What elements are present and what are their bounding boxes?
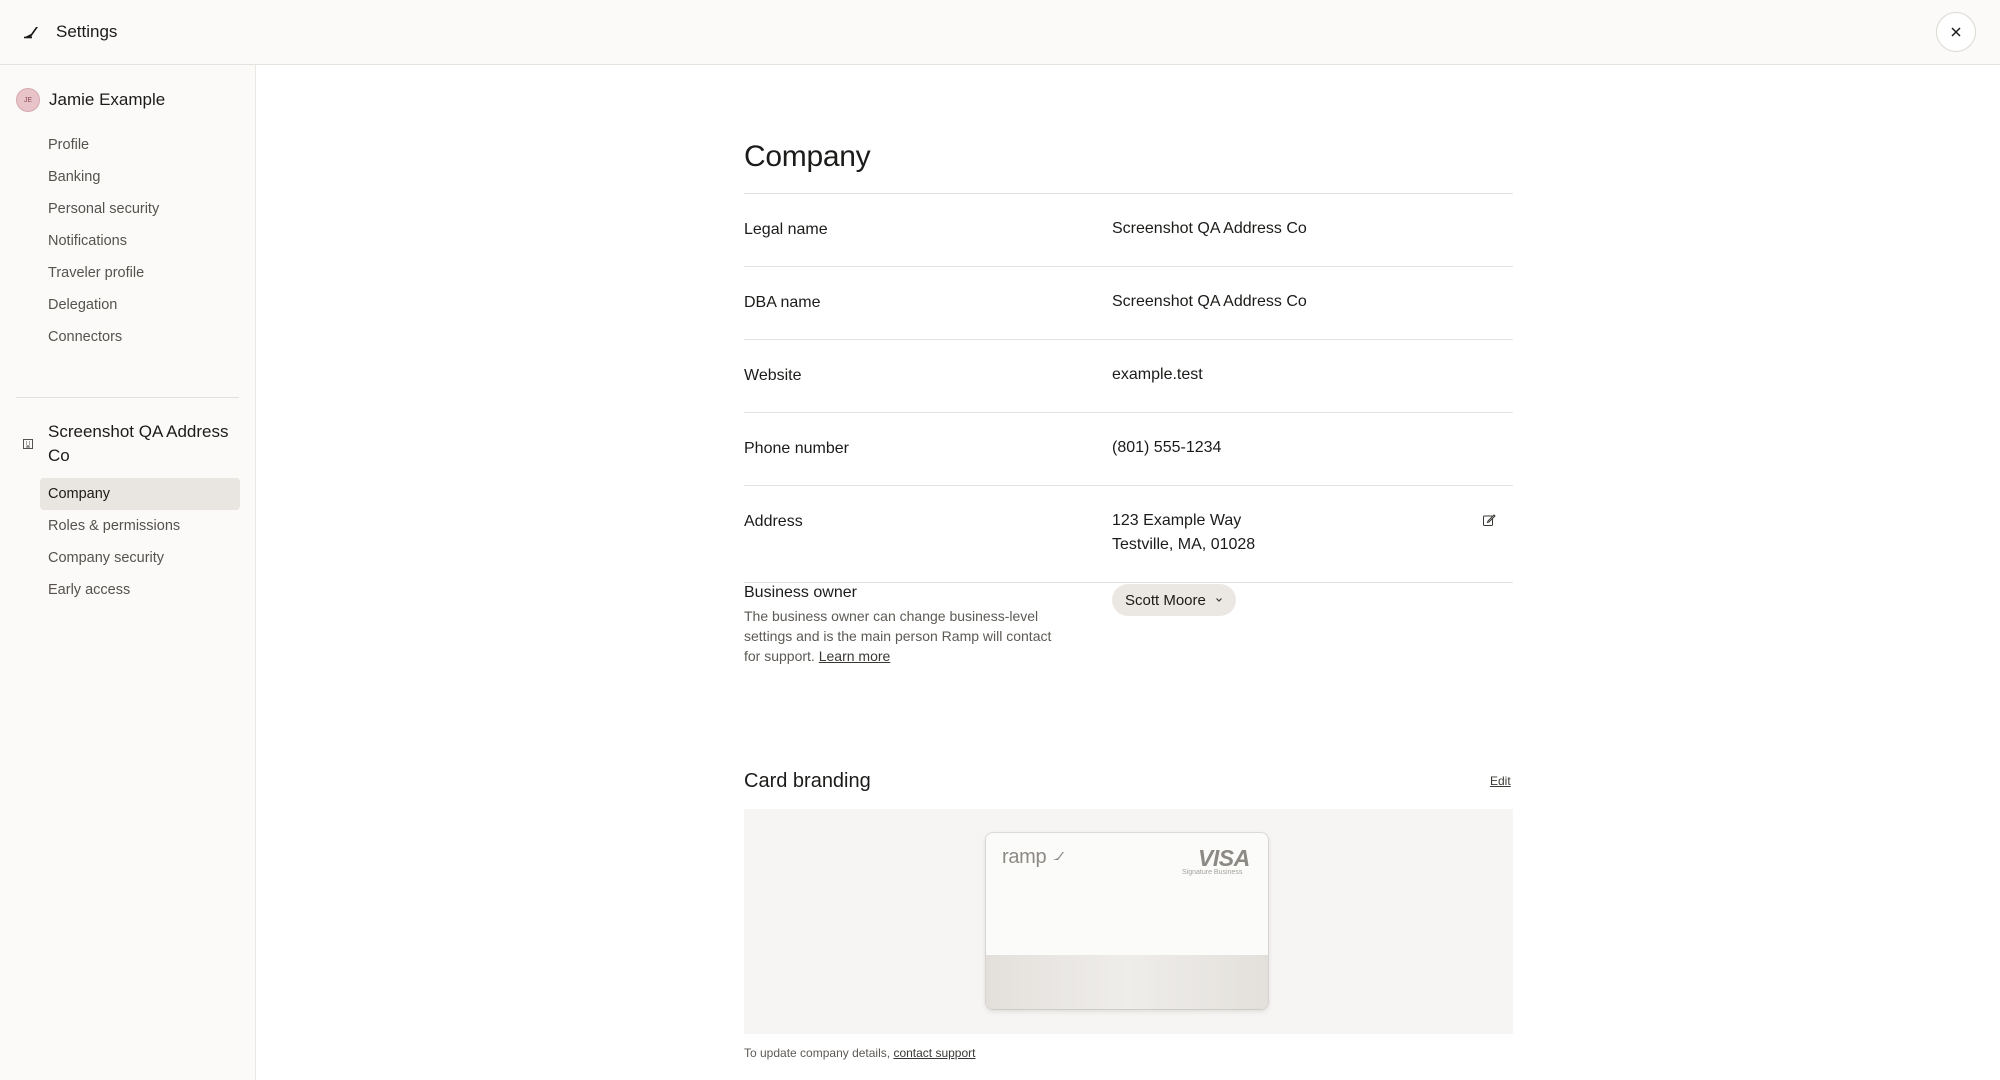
card-branding-title: Card branding [744, 770, 871, 792]
field-label: Phone number [744, 440, 849, 457]
sidebar-item-connectors[interactable]: Connectors [40, 321, 240, 353]
settings-sidebar: JE Jamie Example Profile Banking Persona… [0, 65, 256, 1080]
field-row-legal-name: Legal name Screenshot QA Address Co [744, 193, 1513, 266]
card-brand-logo: ramp [1002, 846, 1066, 869]
visa-tier-label: Signature Business [1182, 869, 1243, 876]
edit-address-icon[interactable] [1482, 513, 1496, 527]
sidebar-item-notifications[interactable]: Notifications [40, 225, 240, 257]
user-name: Jamie Example [49, 90, 166, 109]
sidebar-item-early-access[interactable]: Early access [40, 574, 240, 606]
visa-logo: VISA [1198, 845, 1250, 871]
sidebar-item-banking[interactable]: Banking [40, 161, 240, 193]
business-owner-selected: Scott Moore [1125, 591, 1206, 609]
sidebar-item-traveler-profile[interactable]: Traveler profile [40, 257, 240, 289]
field-label: Address [744, 513, 803, 530]
user-header[interactable]: JE Jamie Example [16, 88, 246, 112]
company-name: Screenshot QA Address Co [48, 422, 229, 465]
sidebar-item-delegation[interactable]: Delegation [40, 289, 240, 321]
building-icon [16, 432, 40, 456]
field-row-dba-name: DBA name Screenshot QA Address Co [744, 266, 1513, 339]
chevron-down-icon [1215, 598, 1222, 602]
footnote-text: To update company details, [744, 1046, 891, 1060]
close-button[interactable] [1936, 12, 1976, 52]
address-line2: Testville, MA, 01028 [1112, 536, 1256, 553]
personal-nav: Profile Banking Personal security Notifi… [40, 129, 240, 353]
field-row-address: Address 123 Example Way Testville, MA, 0… [744, 485, 1513, 582]
close-icon [1951, 27, 1961, 37]
field-row-website: Website example.test [744, 339, 1513, 412]
company-nav: Company Roles & permissions Company secu… [40, 478, 240, 606]
business-owner-select[interactable]: Scott Moore [1112, 584, 1236, 616]
sidebar-item-company[interactable]: Company [40, 478, 240, 510]
page-title-settings: Settings [56, 22, 118, 41]
field-row-phone: Phone number (801) 555-1234 [744, 412, 1513, 485]
address-line1: 123 Example Way [1112, 512, 1242, 529]
ramp-logo-icon [24, 27, 38, 39]
sidebar-item-company-security[interactable]: Company security [40, 542, 240, 574]
sidebar-item-personal-security[interactable]: Personal security [40, 193, 240, 225]
page-title: Company [744, 140, 871, 173]
field-label: Legal name [744, 221, 828, 238]
field-value: (801) 555-1234 [1112, 439, 1222, 456]
card-preview: ramp VISA Signature Business [986, 833, 1268, 1009]
business-owner-text: The business owner can change business-l… [744, 608, 1052, 664]
ramp-card-logo-icon [1052, 852, 1064, 860]
sidebar-item-profile[interactable]: Profile [40, 129, 240, 161]
business-owner-label: Business owner [744, 584, 857, 601]
card-branding-edit-link[interactable]: Edit [1490, 774, 1511, 788]
contact-support-link[interactable]: contact support [893, 1046, 975, 1060]
footnote: To update company details, contact suppo… [744, 1046, 976, 1060]
field-value: example.test [1112, 366, 1203, 383]
sidebar-item-roles-permissions[interactable]: Roles & permissions [40, 510, 240, 542]
field-value: Screenshot QA Address Co [1112, 220, 1307, 237]
field-divider [744, 582, 1513, 583]
field-label: DBA name [744, 294, 821, 311]
top-bar: Settings [0, 0, 2000, 65]
address-value: 123 Example Way Testville, MA, 01028 [1112, 509, 1255, 557]
sidebar-divider [16, 397, 239, 398]
company-header[interactable]: Screenshot QA Address Co [16, 420, 246, 468]
card-preview-area: ramp VISA Signature Business [744, 809, 1513, 1034]
field-value: Screenshot QA Address Co [1112, 293, 1307, 310]
business-owner-description: The business owner can change business-l… [744, 606, 1054, 666]
field-label: Website [744, 367, 802, 384]
avatar: JE [16, 88, 40, 112]
card-band [986, 955, 1268, 1009]
company-fields: Legal name Screenshot QA Address Co DBA … [744, 193, 1513, 583]
learn-more-link[interactable]: Learn more [819, 648, 891, 664]
